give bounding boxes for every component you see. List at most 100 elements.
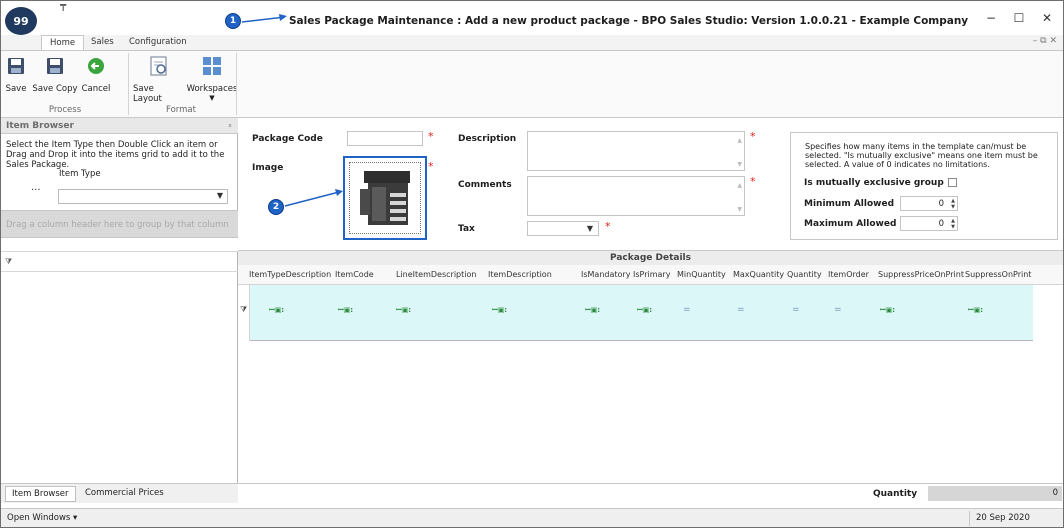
item-browser-title: Item Browser xyxy=(6,121,74,131)
tab-sales[interactable]: Sales xyxy=(83,35,122,50)
minimum-allowed-label: Minimum Allowed xyxy=(804,199,895,209)
cancel-label: Cancel xyxy=(81,84,111,94)
column-header[interactable]: MaxQuantity xyxy=(733,270,784,279)
save-layout-icon xyxy=(149,55,169,77)
callout-badge-2: 2 xyxy=(268,199,284,215)
package-code-label: Package Code xyxy=(252,134,323,144)
new-row-cell-min-quantity[interactable]: = xyxy=(683,305,691,315)
minimum-allowed-input[interactable]: 0 ▲ ▼ xyxy=(900,196,958,211)
column-header[interactable]: SuppressOnPrint xyxy=(965,270,1031,279)
save-copy-button[interactable]: Save Copy xyxy=(32,55,78,105)
tab-configuration[interactable]: Configuration xyxy=(121,35,195,50)
title-bar: 99 ₸ 1 Sales Package Maintenance : Add a… xyxy=(1,1,1063,35)
group-by-panel[interactable]: Drag a column header here to group by th… xyxy=(1,210,238,238)
save-button[interactable]: Save xyxy=(5,55,27,105)
column-header[interactable]: ItemOrder xyxy=(828,270,869,279)
new-row-cell-item-type[interactable]: ꟷ▣꞉ xyxy=(269,306,284,315)
new-item-row[interactable] xyxy=(238,285,1033,341)
comments-input[interactable]: ▲ ▼ xyxy=(527,176,745,216)
required-marker: * xyxy=(428,130,434,143)
status-bar: Open Windows ▾ 20 Sep 2020 xyxy=(1,508,1063,527)
item-type-label: Item Type xyxy=(59,169,101,179)
item-type-ellipsis: ... xyxy=(31,182,41,193)
maximum-allowed-value: 0 xyxy=(938,219,944,229)
spin-arrows-icon[interactable]: ▲ ▼ xyxy=(951,218,955,230)
maximum-allowed-input[interactable]: 0 ▲ ▼ xyxy=(900,216,958,231)
tab-home[interactable]: Home xyxy=(41,35,85,50)
required-marker: * xyxy=(750,130,756,143)
callout-badge-1: 1 xyxy=(225,13,241,29)
chevron-down-icon: ▼ xyxy=(209,94,215,102)
column-header[interactable]: MinQuantity xyxy=(677,270,726,279)
new-row-cell-item-order[interactable]: = xyxy=(834,305,842,315)
item-type-select[interactable]: ▼ xyxy=(58,189,228,204)
column-header[interactable]: Quantity xyxy=(787,270,822,279)
mdi-window-controls[interactable]: – ⧉ ✕ xyxy=(1033,36,1057,46)
tab-commercial-prices[interactable]: Commercial Prices xyxy=(79,486,170,502)
new-row-cell-item-code[interactable]: ꟷ▣꞉ xyxy=(338,306,353,315)
item-browser-instructions: Select the Item Type then Double Click a… xyxy=(6,140,225,170)
workspaces-button[interactable]: Workspaces ▼ xyxy=(187,55,237,105)
filter-row-icon: ⧩ xyxy=(5,257,13,266)
dropdown-arrow-icon[interactable]: ▼ xyxy=(587,224,593,233)
package-details-header-row: ItemTypeDescription ItemCode LineItemDes… xyxy=(238,265,1063,285)
package-details-title: Package Details xyxy=(238,250,1063,265)
tax-select[interactable]: ▼ xyxy=(527,221,599,236)
item-browser-panel: Item Browser ₓ Select the Item Type then… xyxy=(1,118,238,483)
column-header[interactable]: IsPrimary xyxy=(633,270,670,279)
description-label: Description xyxy=(458,134,517,144)
cancel-button[interactable]: Cancel xyxy=(81,55,111,105)
column-header[interactable]: IsMandatory xyxy=(581,270,630,279)
new-row-cell-suppress-on-print[interactable]: ꟷ▣꞉ xyxy=(968,306,983,315)
new-row-cell-quantity[interactable]: = xyxy=(792,305,800,315)
status-date: 20 Sep 2020 xyxy=(969,511,1047,526)
new-row-cell-suppress-price[interactable]: ꟷ▣꞉ xyxy=(880,306,895,315)
ribbon: Save Save Copy Cancel Save Layout Worksp… xyxy=(1,50,1063,118)
column-header[interactable]: LineItemDescription xyxy=(396,270,476,279)
new-row-indicator-icon: ⧩ xyxy=(240,305,248,314)
quantity-total: 0 xyxy=(928,486,1062,501)
column-header[interactable]: SuppressPriceOnPrint xyxy=(878,270,964,279)
open-windows-menu[interactable]: Open Windows ▾ xyxy=(7,513,77,523)
tax-label: Tax xyxy=(458,224,475,234)
app-logo[interactable]: 99 xyxy=(5,7,37,35)
spin-arrows-icon[interactable]: ▲ ▼ xyxy=(951,198,955,210)
minimum-allowed-value: 0 xyxy=(938,199,944,209)
save-layout-button[interactable]: Save Layout xyxy=(133,55,185,105)
maximize-button[interactable]: ☐ xyxy=(1009,11,1029,25)
browser-bottom-tabs: Item Browser Commercial Prices xyxy=(1,483,238,503)
quantity-footer: Quantity 0 xyxy=(238,483,1063,503)
new-row-cell-item-description[interactable]: ꟷ▣꞉ xyxy=(492,306,507,315)
pin-icon[interactable]: ₓ xyxy=(228,120,232,130)
back-arrow-icon xyxy=(86,55,106,77)
new-row-cell-is-mandatory[interactable]: ꟷ▣꞉ xyxy=(585,306,600,315)
column-header[interactable]: ItemDescription xyxy=(488,270,552,279)
new-row-cell-max-quantity[interactable]: = xyxy=(737,305,745,315)
item-browser-filter-row[interactable]: ⧩ xyxy=(1,252,238,272)
item-browser-header: Item Browser ₓ xyxy=(1,118,238,134)
new-row-cell-is-primary[interactable]: ꟷ▣꞉ xyxy=(637,306,652,315)
row-selector[interactable]: ⧩ xyxy=(238,285,250,341)
window-title: Sales Package Maintenance : Add a new pr… xyxy=(289,15,969,27)
description-input[interactable]: ▲ ▼ xyxy=(527,131,745,171)
package-code-input[interactable] xyxy=(347,131,423,146)
workspaces-grid-icon xyxy=(202,55,222,77)
package-image[interactable] xyxy=(343,156,427,240)
ribbon-tab-strip: Home Sales Configuration – ⧉ ✕ xyxy=(1,35,1063,50)
new-row-cell-line-item-description[interactable]: ꟷ▣꞉ xyxy=(396,306,411,315)
mutually-exclusive-checkbox[interactable] xyxy=(948,178,957,187)
ribbon-group-process-label: Process xyxy=(48,105,82,115)
image-frame xyxy=(349,162,421,234)
column-header[interactable]: ItemCode xyxy=(335,270,374,279)
required-marker: * xyxy=(428,160,434,173)
column-header[interactable]: ItemTypeDescription xyxy=(249,270,331,279)
quick-access-toolbar-icon[interactable]: ₸ xyxy=(60,3,66,14)
mutually-exclusive-label: Is mutually exclusive group xyxy=(804,178,944,188)
tab-item-browser[interactable]: Item Browser xyxy=(5,486,76,502)
scroll-arrows-icon[interactable]: ▲ ▼ xyxy=(737,180,742,216)
scroll-arrows-icon[interactable]: ▲ ▼ xyxy=(737,135,742,171)
close-button[interactable]: ✕ xyxy=(1037,11,1057,25)
dropdown-arrow-icon[interactable]: ▼ xyxy=(217,191,223,200)
image-label: Image xyxy=(252,163,284,173)
minimize-button[interactable]: − xyxy=(981,11,1001,25)
